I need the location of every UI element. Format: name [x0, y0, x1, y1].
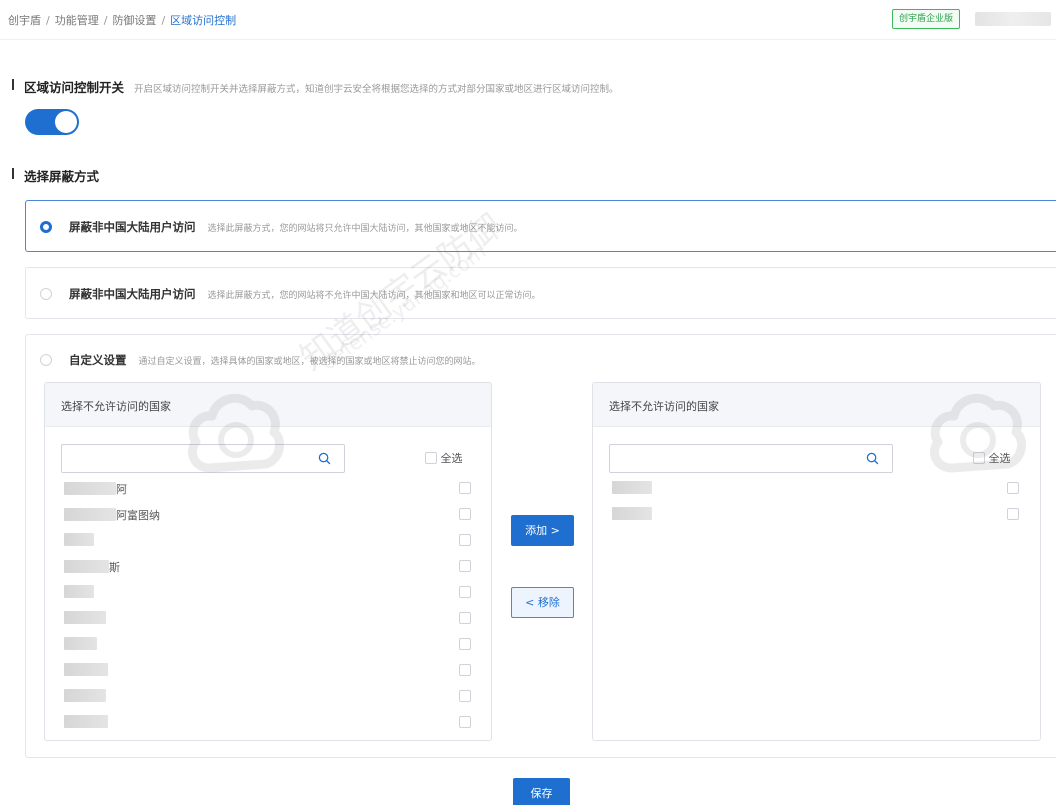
- checkbox[interactable]: [459, 586, 471, 598]
- right-search-input[interactable]: [609, 444, 893, 473]
- list-item[interactable]: [64, 710, 474, 734]
- breadcrumb-item-home[interactable]: 创宇盾: [8, 14, 41, 27]
- left-search-input[interactable]: [61, 444, 345, 473]
- search-icon[interactable]: [866, 452, 879, 465]
- breadcrumb-current: 区域访问控制: [170, 14, 237, 27]
- blocked-countries-panel: 选择不允许访问的国家 全选: [592, 382, 1041, 741]
- checkbox[interactable]: [459, 534, 471, 546]
- option-3-desc: 通过自定义设置，选择具体的国家或地区，被选择的国家或地区将禁止访问您的网站。: [138, 357, 481, 367]
- option-1-label: 屏蔽非中国大陆用户访问 选择此屏蔽方式，您的网站将只允许中国大陆访问，其他国家或地…: [69, 220, 523, 234]
- checkbox[interactable]: [973, 452, 985, 464]
- checkbox[interactable]: [459, 664, 471, 676]
- switch-section-title: 区域访问控制开关 开启区域访问控制开关并选择屏蔽方式，知道创宇云安全将根据您选择的…: [12, 77, 619, 96]
- search-icon[interactable]: [318, 452, 331, 465]
- list-item[interactable]: [64, 684, 474, 708]
- right-select-all[interactable]: 全选: [973, 450, 1011, 466]
- checkbox[interactable]: [459, 716, 471, 728]
- mode-section-title: 选择屏蔽方式: [12, 166, 99, 185]
- left-select-all[interactable]: 全选: [425, 450, 463, 466]
- access-control-toggle[interactable]: [25, 109, 79, 135]
- checkbox[interactable]: [459, 508, 471, 520]
- checkbox[interactable]: [459, 638, 471, 650]
- list-item[interactable]: 阿: [64, 476, 474, 500]
- option-2-label: 屏蔽非中国大陆用户访问 选择此屏蔽方式，您的网站将不允许中国大陆访问，其他国家和地…: [69, 287, 541, 301]
- list-item[interactable]: [64, 632, 474, 656]
- list-item[interactable]: [64, 658, 474, 682]
- list-item[interactable]: [64, 580, 474, 604]
- checkbox[interactable]: [459, 482, 471, 494]
- checkbox[interactable]: [1007, 508, 1019, 520]
- left-panel-title: 选择不允许访问的国家: [45, 383, 491, 427]
- option-block-non-mainland[interactable]: 屏蔽非中国大陆用户访问 选择此屏蔽方式，您的网站将只允许中国大陆访问，其他国家或地…: [25, 200, 1056, 252]
- breadcrumb-item-features[interactable]: 功能管理: [55, 14, 99, 27]
- breadcrumb-item-defense[interactable]: 防御设置: [112, 14, 156, 27]
- list-item[interactable]: 斯: [64, 554, 474, 578]
- radio-option-3[interactable]: [40, 354, 52, 366]
- account-info[interactable]: [975, 12, 1051, 26]
- list-item[interactable]: [64, 606, 474, 630]
- list-item[interactable]: [612, 502, 1022, 526]
- remove-button[interactable]: < 移除: [511, 587, 574, 618]
- option-block-mainland[interactable]: 屏蔽非中国大陆用户访问 选择此屏蔽方式，您的网站将不允许中国大陆访问，其他国家和地…: [25, 267, 1056, 319]
- save-button[interactable]: 保存: [513, 778, 570, 805]
- radio-option-2[interactable]: [40, 288, 52, 300]
- list-item[interactable]: 阿富图纳: [64, 502, 474, 526]
- checkbox[interactable]: [459, 560, 471, 572]
- edition-badge: 创宇盾企业版: [892, 9, 961, 29]
- add-button[interactable]: 添加 >: [511, 515, 574, 546]
- option-1-desc: 选择此屏蔽方式，您的网站将只允许中国大陆访问，其他国家或地区不能访问。: [207, 224, 523, 234]
- checkbox[interactable]: [425, 452, 437, 464]
- checkbox[interactable]: [459, 612, 471, 624]
- right-panel-title: 选择不允许访问的国家: [593, 383, 1040, 427]
- switch-section-desc: 开启区域访问控制开关并选择屏蔽方式，知道创宇云安全将根据您选择的方式对部分国家或…: [134, 84, 619, 95]
- option-2-desc: 选择此屏蔽方式，您的网站将不允许中国大陆访问，其他国家和地区可以正常访问。: [207, 291, 541, 301]
- option-3-label: 自定义设置 通过自定义设置，选择具体的国家或地区，被选择的国家或地区将禁止访问您的…: [69, 353, 481, 367]
- checkbox[interactable]: [1007, 482, 1019, 494]
- breadcrumb: 创宇盾 / 功能管理 / 防御设置 / 区域访问控制: [8, 14, 237, 27]
- list-item[interactable]: [64, 528, 474, 552]
- list-item[interactable]: [612, 476, 1022, 500]
- radio-option-1[interactable]: [40, 221, 52, 233]
- toggle-knob: [55, 111, 77, 133]
- checkbox[interactable]: [459, 690, 471, 702]
- top-bar: 创宇盾 / 功能管理 / 防御设置 / 区域访问控制 创宇盾企业版: [0, 0, 1056, 40]
- available-countries-panel: 选择不允许访问的国家 全选 阿 阿富图纳 斯: [44, 382, 492, 741]
